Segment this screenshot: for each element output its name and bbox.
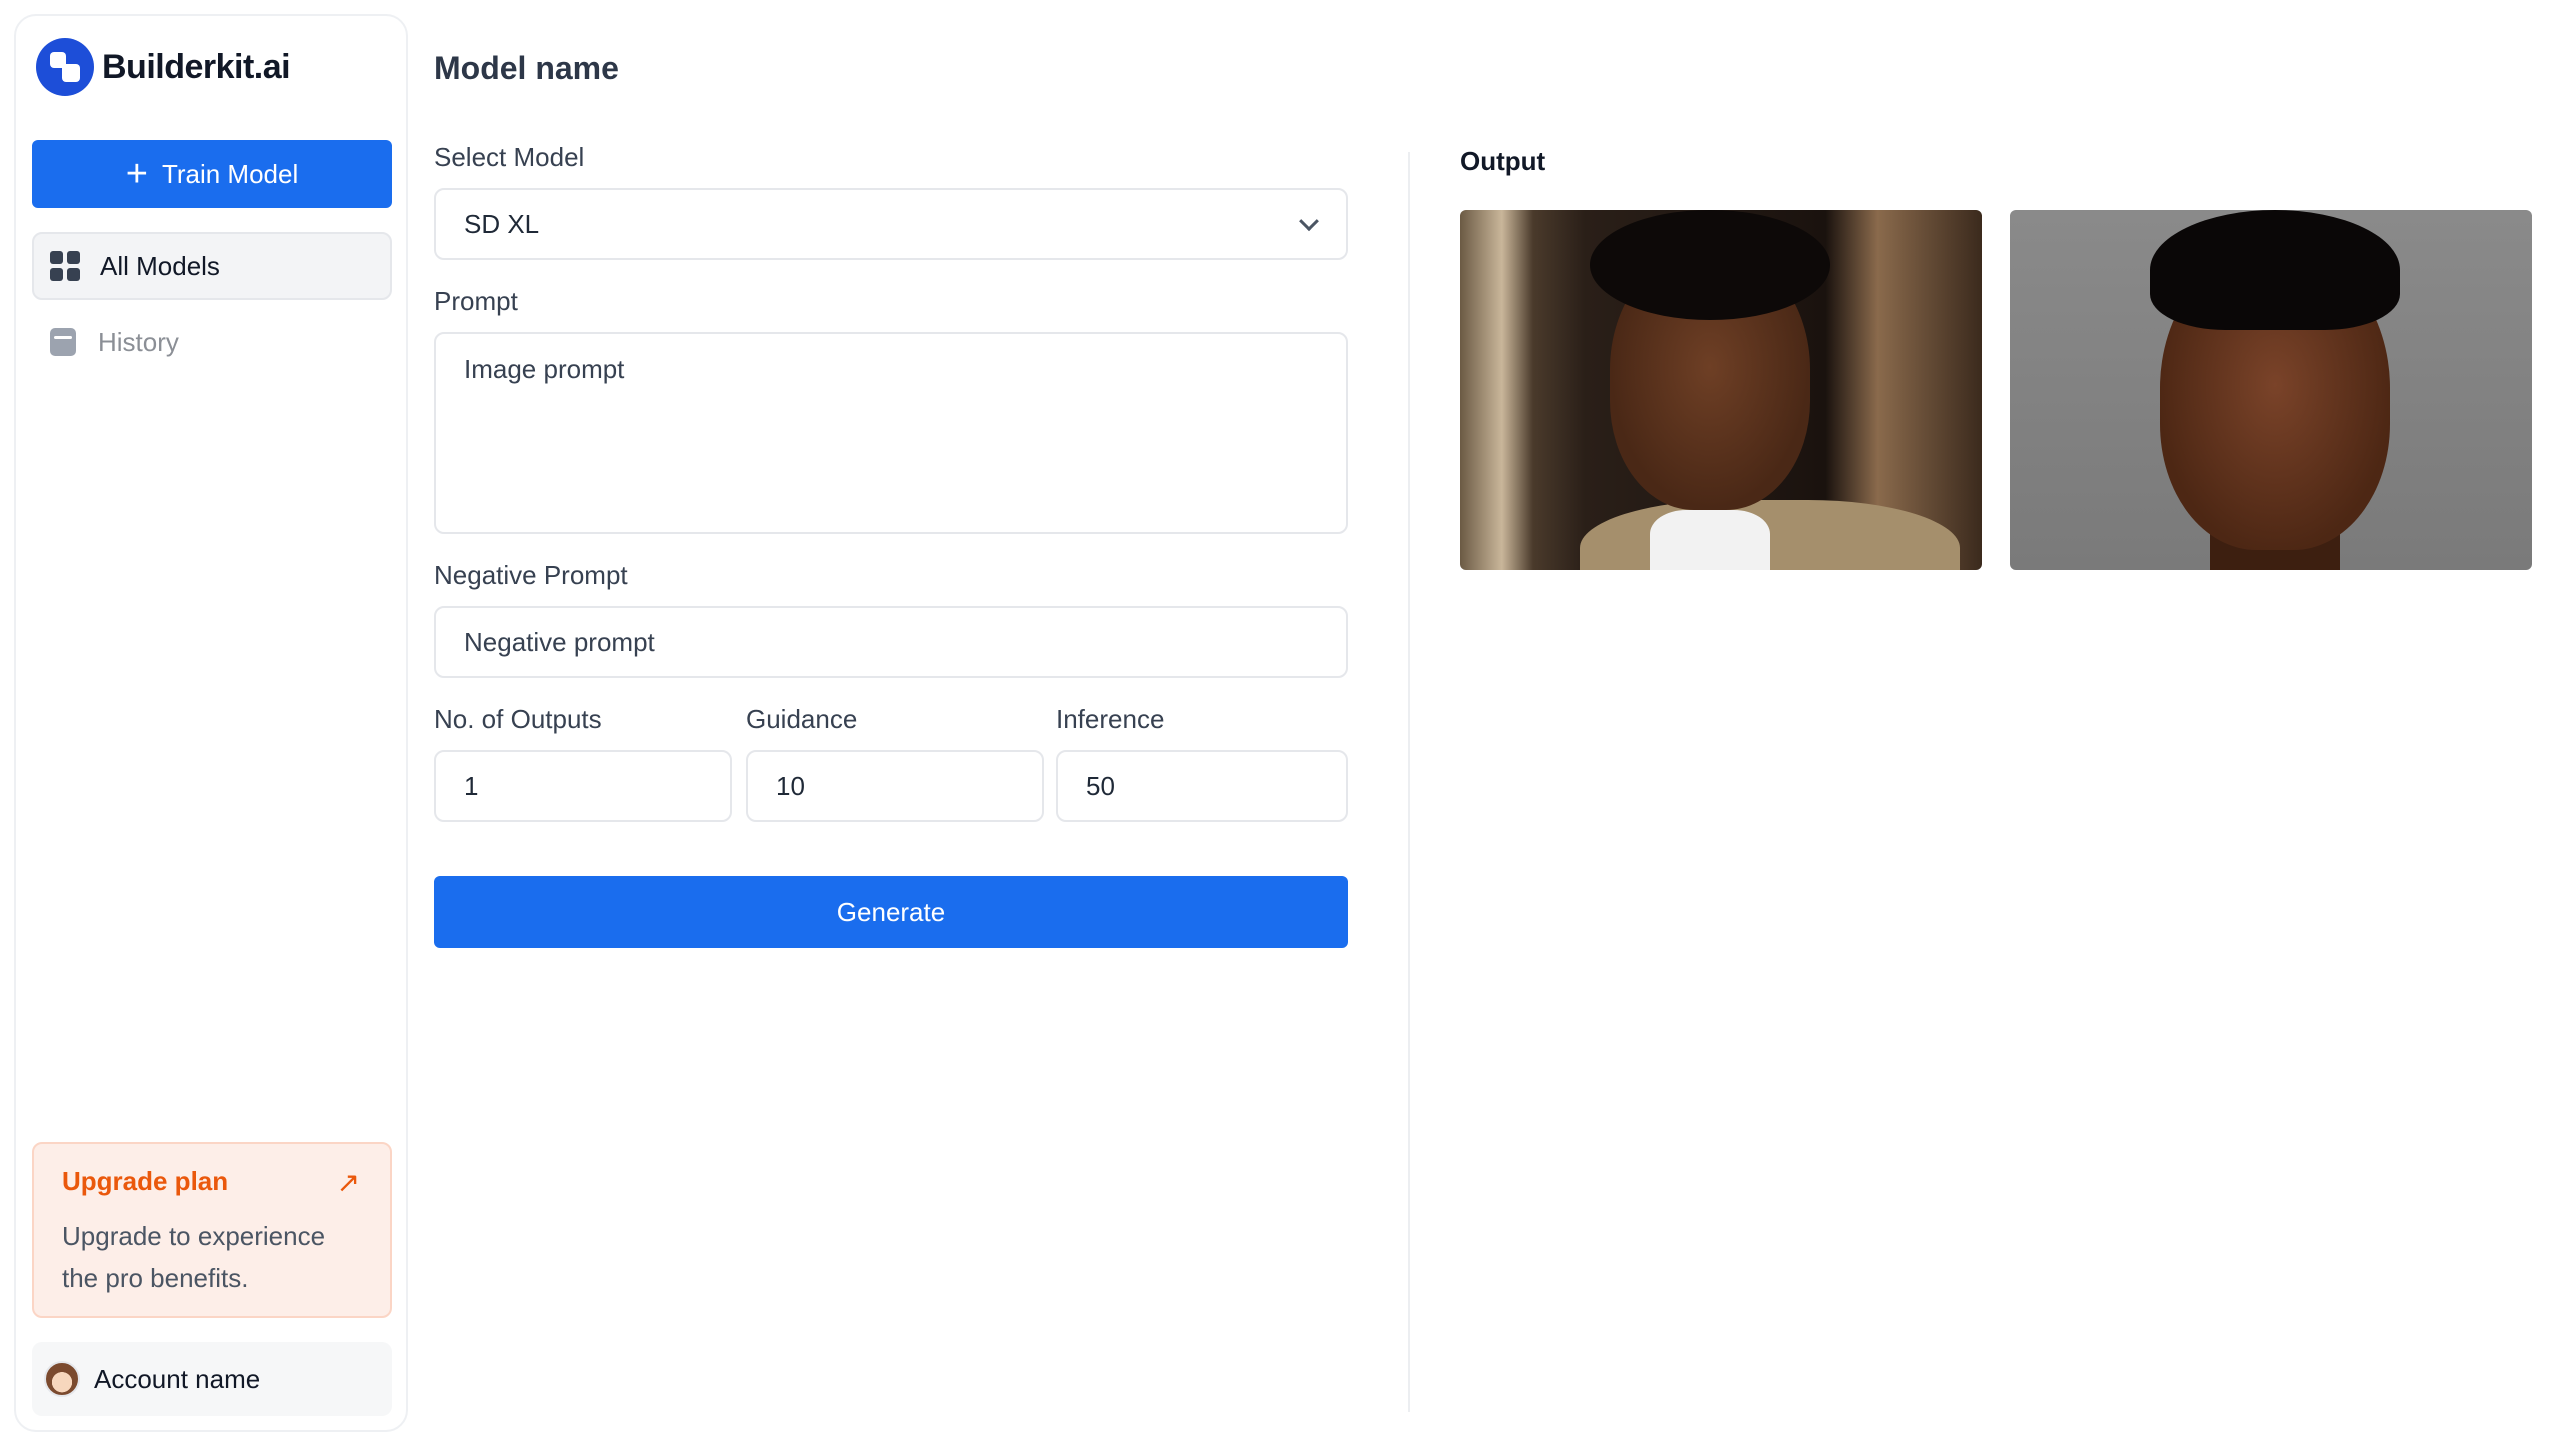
account-button[interactable]: Account name	[32, 1342, 392, 1416]
outputs-label: No. of Outputs	[434, 704, 602, 734]
upgrade-plan-card[interactable]: Upgrade plan ↗ Upgrade to experience the…	[32, 1142, 392, 1318]
outputs-value: 1	[464, 770, 479, 801]
account-name: Account name	[94, 1363, 261, 1394]
train-model-label: Train Model	[161, 158, 299, 189]
negative-prompt-placeholder: Negative prompt	[464, 626, 655, 657]
output-image-1[interactable]	[1460, 210, 1982, 570]
upgrade-title: Upgrade plan	[62, 1166, 229, 1196]
inference-label: Inference	[1056, 704, 1165, 734]
select-model-dropdown[interactable]: SD XL	[434, 188, 1348, 260]
history-icon	[50, 328, 76, 356]
logo-icon	[36, 38, 94, 96]
prompt-label: Prompt	[434, 286, 518, 316]
output-image-2[interactable]	[2010, 210, 2532, 570]
sidebar-item-all-models[interactable]: All Models	[32, 232, 392, 300]
grid-icon	[50, 251, 80, 281]
sidebar-item-label: All Models	[100, 250, 220, 281]
sidebar-item-label: History	[98, 326, 179, 357]
select-model-label: Select Model	[434, 142, 585, 172]
inference-input[interactable]: 50	[1056, 750, 1348, 822]
select-model-value: SD XL	[464, 208, 540, 239]
divider	[1408, 152, 1410, 1412]
chevron-down-icon	[1299, 211, 1319, 232]
guidance-input[interactable]: 10	[746, 750, 1044, 822]
brand-name: Builderkit.ai	[102, 47, 291, 86]
inference-value: 50	[1086, 770, 1115, 801]
sidebar-item-history[interactable]: History	[32, 308, 392, 376]
arrow-up-right-icon[interactable]: ↗	[337, 1166, 360, 1199]
outputs-input[interactable]: 1	[434, 750, 732, 822]
generate-button[interactable]: Generate	[434, 876, 1348, 948]
upgrade-description: Upgrade to experience the pro benefits.	[62, 1221, 326, 1293]
prompt-placeholder: Image prompt	[464, 354, 625, 384]
logo[interactable]: Builderkit.ai	[36, 38, 291, 96]
negative-prompt-input[interactable]: Negative prompt	[434, 606, 1348, 678]
page-title: Model name	[434, 50, 619, 86]
avatar	[44, 1361, 80, 1397]
output-label: Output	[1460, 146, 1546, 176]
guidance-value: 10	[776, 770, 805, 801]
plus-icon: +	[125, 153, 148, 195]
train-model-button[interactable]: + Train Model	[32, 140, 392, 208]
negative-prompt-label: Negative Prompt	[434, 560, 628, 590]
prompt-textarea[interactable]: Image prompt	[434, 332, 1348, 534]
guidance-label: Guidance	[746, 704, 858, 734]
sidebar: Builderkit.ai + Train Model All Models H…	[14, 14, 408, 1432]
